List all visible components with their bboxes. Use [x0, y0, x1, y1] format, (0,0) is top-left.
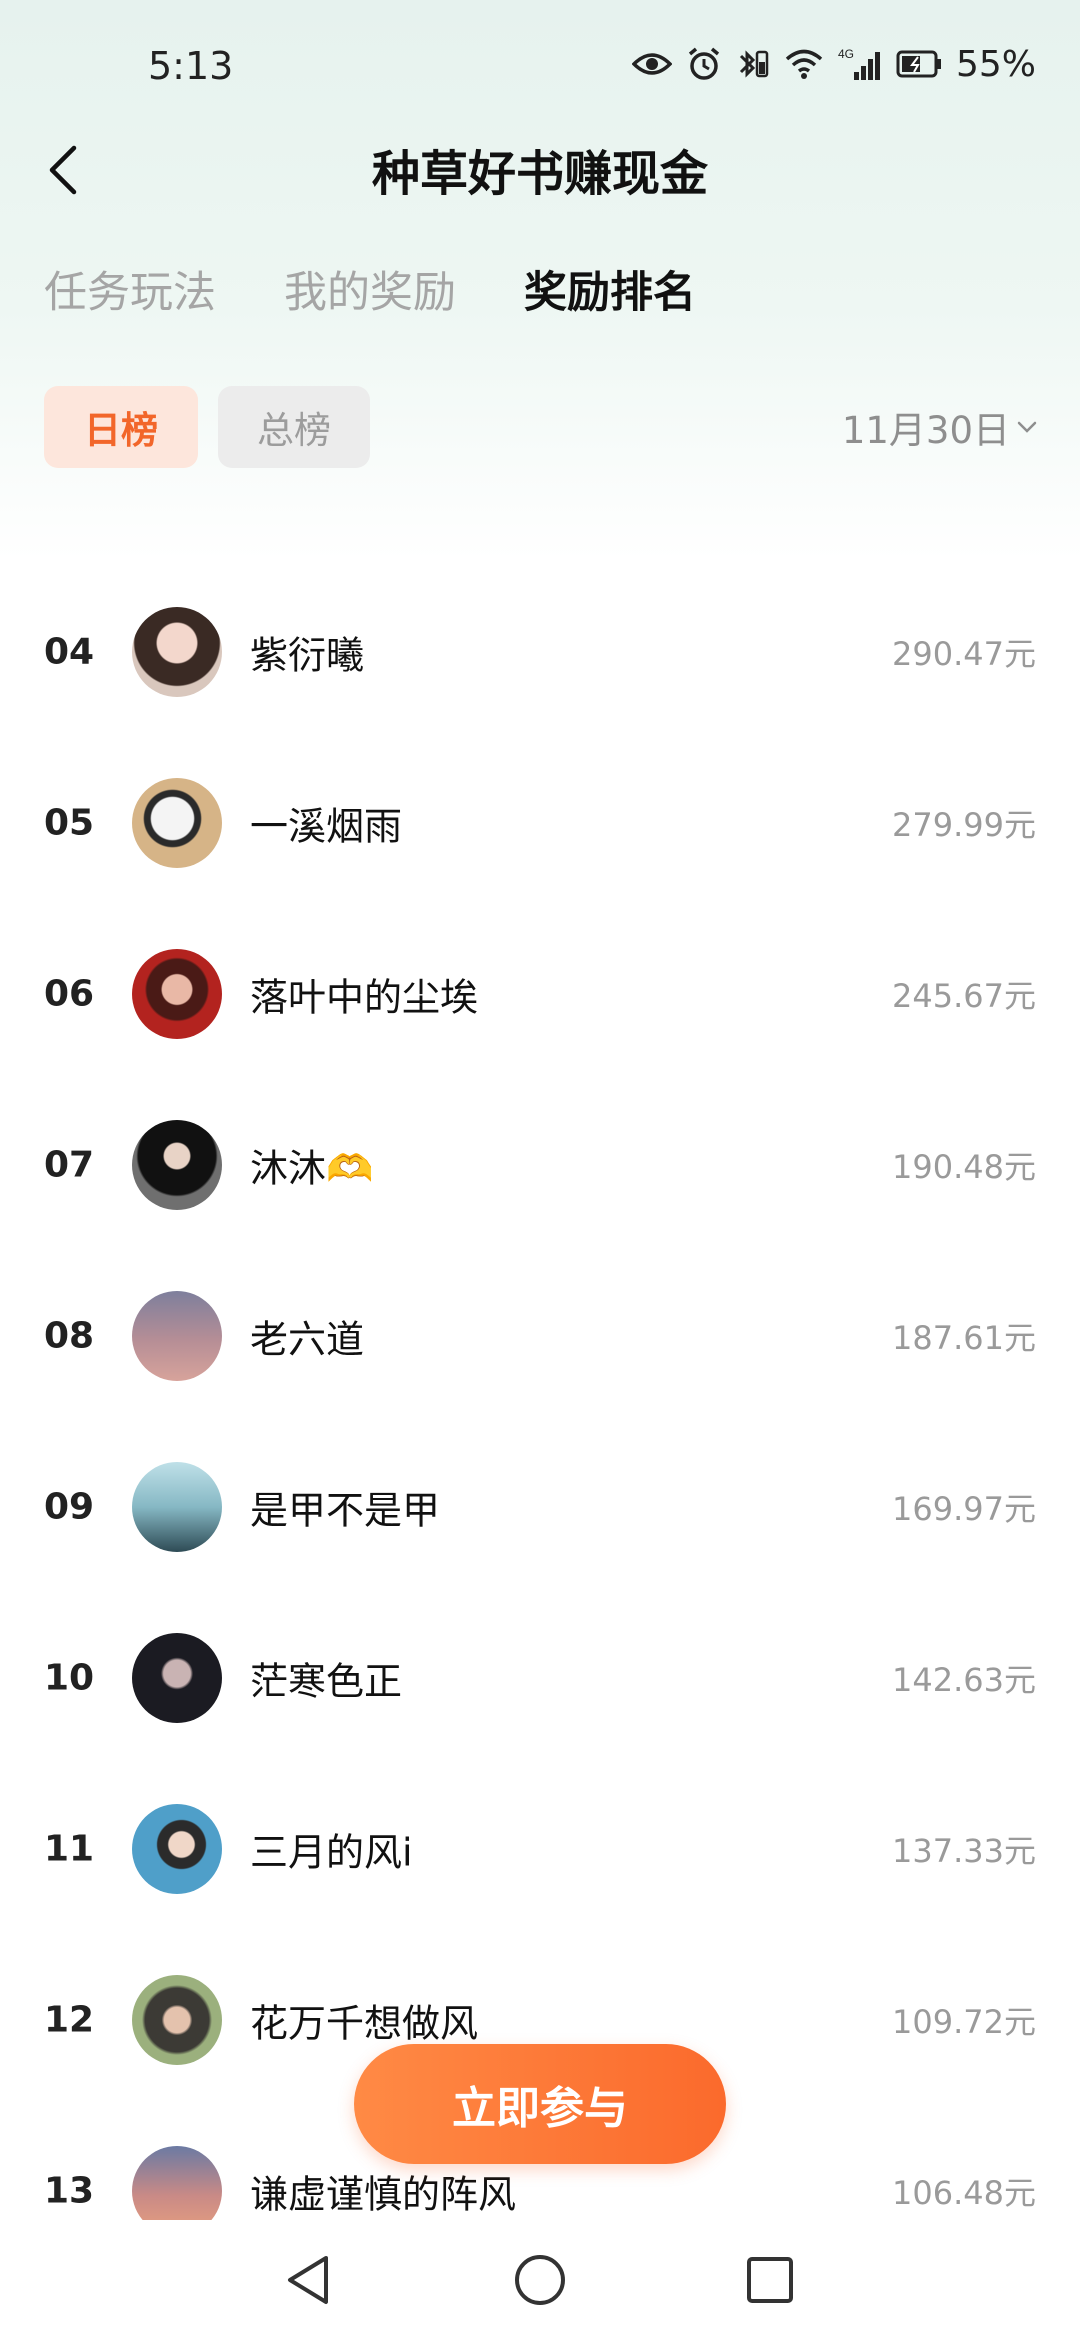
nav-recents-button[interactable]: [740, 2250, 800, 2310]
bluetooth-icon: [736, 46, 770, 82]
date-selector[interactable]: 11月30日: [842, 400, 1038, 454]
reward-amount: 279.99元: [892, 806, 1036, 844]
user-name: 一溪烟雨: [250, 804, 403, 849]
ranking-row[interactable]: 07 沐沐🫶 190.48元: [0, 1105, 1080, 1225]
rank-number: 05: [44, 802, 95, 844]
ranking-row[interactable]: 08 老六道 187.61元: [0, 1276, 1080, 1396]
battery-percentage: 55%: [955, 43, 1036, 85]
reward-amount: 106.48元: [892, 2174, 1036, 2212]
avatar-portrait-icon: [132, 949, 222, 1039]
nav-home-button[interactable]: [510, 2250, 570, 2310]
ranking-row[interactable]: 11 三月的风i 137.33元: [0, 1789, 1080, 1909]
user-name: 老六道: [250, 1317, 365, 1362]
page-title: 种草好书赚现金: [371, 146, 708, 202]
reward-amount: 290.47元: [892, 635, 1036, 673]
circle-home-icon: [515, 2255, 565, 2305]
user-name: 紫衍曦: [250, 633, 365, 678]
date-label: 11月30日: [841, 409, 1010, 452]
user-name: 谦虚谨慎的阵风: [250, 2172, 517, 2217]
battery-icon: [896, 49, 942, 79]
user-name: 是甲不是甲: [250, 1488, 441, 1533]
reward-amount: 245.67元: [892, 977, 1036, 1015]
avatar-portrait-icon: [132, 1804, 222, 1894]
rank-number: 08: [44, 1315, 95, 1357]
avatar-portrait-icon: [132, 1633, 222, 1723]
user-name: 花万千想做风: [250, 2001, 479, 2046]
system-navigation-bar: [0, 2220, 1080, 2340]
total-ranking-button[interactable]: 总榜: [218, 386, 370, 468]
cellular-signal-icon: 4G: [838, 46, 882, 82]
reward-amount: 187.61元: [892, 1319, 1036, 1357]
reward-amount: 142.63元: [892, 1661, 1036, 1699]
reward-amount: 190.48元: [892, 1148, 1036, 1186]
avatar-portrait-icon: [132, 1975, 222, 2065]
status-icons: 4G 55%: [631, 43, 1036, 85]
ranking-row[interactable]: 09 是甲不是甲 169.97元: [0, 1447, 1080, 1567]
status-time: 5:13: [148, 44, 234, 88]
user-name: 三月的风i: [250, 1830, 413, 1875]
avatar-portrait-icon: [132, 1120, 222, 1210]
tab-reward-ranking[interactable]: 奖励排名: [524, 258, 696, 320]
square-recents-icon: [747, 2257, 793, 2303]
avatar-portrait-icon: [132, 607, 222, 697]
tab-task-rules[interactable]: 任务玩法: [44, 258, 216, 320]
user-name: 茫寒色正: [250, 1659, 403, 1704]
avatar-portrait-icon: [132, 778, 222, 868]
ranking-row[interactable]: 10 茫寒色正 142.63元: [0, 1618, 1080, 1738]
alarm-icon: [686, 46, 722, 82]
network-type-label: 4G: [838, 47, 854, 61]
user-name: 沐沐🫶: [250, 1146, 374, 1191]
join-now-button[interactable]: 立即参与: [354, 2044, 726, 2164]
reward-amount: 169.97元: [892, 1490, 1036, 1528]
rank-number: 04: [44, 631, 95, 673]
rank-number: 09: [44, 1486, 95, 1528]
ranking-row[interactable]: 04 紫衍曦 290.47元: [0, 592, 1080, 712]
user-name: 落叶中的尘埃: [250, 975, 479, 1020]
rank-number: 06: [44, 973, 95, 1015]
rank-number: 07: [44, 1144, 95, 1186]
ranking-row[interactable]: 05 一溪烟雨 279.99元: [0, 763, 1080, 883]
triangle-back-icon: [288, 2256, 328, 2304]
daily-ranking-button[interactable]: 日榜: [44, 386, 198, 468]
reward-amount: 137.33元: [892, 1832, 1036, 1870]
rank-number: 12: [44, 1999, 95, 2041]
rank-number: 11: [44, 1828, 95, 1870]
reward-amount: 109.72元: [892, 2003, 1036, 2041]
eye-icon: [631, 50, 672, 78]
rank-number: 10: [44, 1657, 95, 1699]
nav-back-button[interactable]: [278, 2250, 338, 2310]
avatar-portrait-icon: [132, 1462, 222, 1552]
ranking-row[interactable]: 06 落叶中的尘埃 245.67元: [0, 934, 1080, 1054]
tab-bar: 任务玩法 我的奖励 奖励排名: [44, 258, 696, 320]
rank-number: 13: [44, 2170, 95, 2212]
status-bar: 5:13 4G 55%: [0, 0, 1080, 130]
chevron-down-icon: [1017, 421, 1037, 433]
tab-my-rewards[interactable]: 我的奖励: [284, 258, 456, 320]
avatar-calligraphy-icon: [132, 1291, 222, 1381]
wifi-icon: [784, 48, 824, 80]
